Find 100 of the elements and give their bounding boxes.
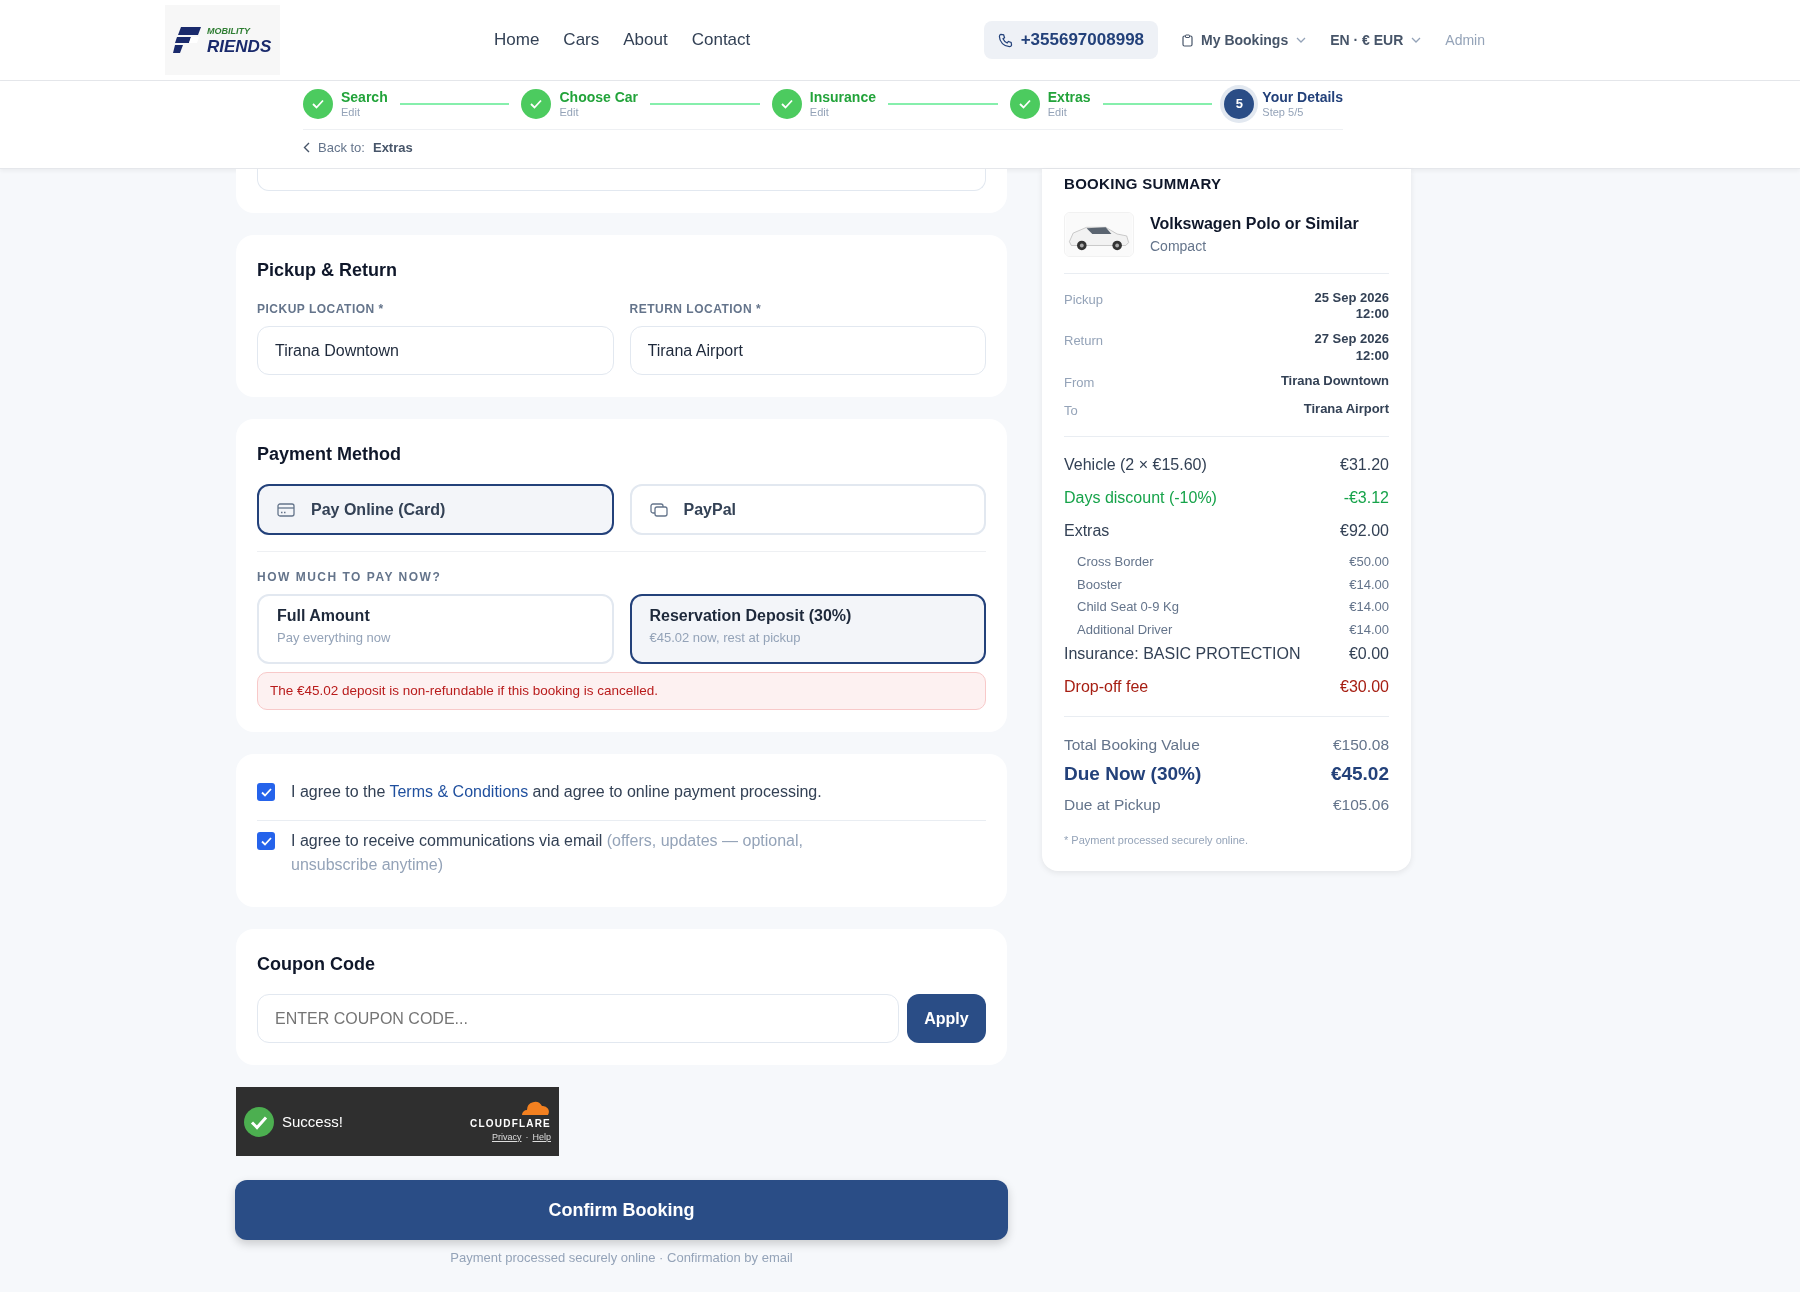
detail-label: From (1064, 374, 1095, 393)
total-value: €150.08 (1332, 735, 1389, 756)
agreement-text: I agree to the Terms & Conditions and agree to online payment processing. (291, 782, 822, 803)
confirm-button[interactable]: Confirm Booking (235, 1180, 1008, 1241)
amount-option[interactable]: Reservation Deposit (30%) €45.02 now, rest at pickup (629, 594, 986, 664)
chevron-left-icon (303, 142, 310, 154)
check-icon (260, 836, 272, 846)
price-value: €92.00 (1340, 521, 1389, 542)
my-bookings-menu[interactable]: My Bookings (1182, 29, 1307, 51)
credit-card-icon (277, 502, 295, 517)
captcha-link[interactable]: Help (532, 1130, 551, 1144)
footnote: Payment processed securely online · Confirmation by email (449, 1249, 794, 1268)
caret-icon (1411, 37, 1422, 43)
step-label: Choose Car (559, 90, 639, 106)
payment-option[interactable]: PayPal (629, 484, 986, 535)
price-value: €50.00 (1349, 553, 1389, 572)
detail-label: To (1064, 401, 1078, 420)
payment-option[interactable]: Pay Online (Card) (257, 484, 614, 535)
price-label: Insurance: BASIC PROTECTION (1064, 644, 1301, 665)
amount-option[interactable]: Full Amount Pay everything now (257, 594, 614, 664)
price-label: Days discount (-10%) (1064, 488, 1217, 509)
section-title: Payment Method (257, 443, 403, 466)
price-value: €0.00 (1348, 644, 1389, 665)
field-label: PICKUP LOCATION * (257, 301, 385, 318)
input-field[interactable] (257, 169, 986, 191)
terms-link[interactable]: Terms & Conditions (389, 783, 529, 801)
caret-icon (1296, 37, 1307, 43)
total-label: Due at Pickup (1064, 794, 1161, 815)
phone-icon (997, 32, 1013, 48)
step-label: Insurance (809, 90, 876, 106)
price-label: Drop-off fee (1064, 677, 1149, 698)
field-label: HOW MUCH TO PAY NOW? (257, 569, 443, 586)
total-value: €105.06 (1332, 794, 1389, 815)
input-field[interactable]: Tirana Downtown (257, 326, 614, 375)
price-label: Additional Driver (1077, 620, 1173, 639)
captcha-link[interactable]: Privacy (491, 1130, 522, 1144)
price-label: Cross Border (1077, 553, 1154, 572)
logo[interactable]: MOBILITY RIENDS (165, 5, 280, 75)
logo-text: MOBILITY (207, 24, 252, 38)
price-label: Booster (1077, 575, 1122, 594)
step[interactable]: 5 Your Details Step 5/5 (1224, 89, 1343, 119)
step-status: Edit (1047, 105, 1068, 118)
cloud-icon (519, 1099, 551, 1116)
step-status: Edit (559, 105, 580, 118)
cards-icon (649, 502, 668, 517)
detail-label: Pickup (1064, 290, 1104, 309)
detail-label: Return (1064, 332, 1104, 351)
brand-text: CLOUDFLARE (470, 1116, 551, 1131)
detail-value: Tirana Downtown (1280, 373, 1389, 390)
clipboard-icon (1182, 33, 1194, 47)
captcha-status: Success! (282, 1111, 343, 1132)
car-category: Compact (1150, 236, 1208, 256)
total-value: €45.02 (1330, 762, 1389, 787)
car-name: Volkswagen Polo or Similar (1150, 213, 1359, 234)
price-label: Vehicle (2 × €15.60) (1064, 455, 1207, 476)
locale-menu[interactable]: EN · € EUR (1330, 29, 1422, 51)
step-status: Edit (809, 105, 830, 118)
detail-value: 25 Sep 2026 (1314, 289, 1389, 307)
total-label: Due Now (30%) (1064, 762, 1202, 787)
field-label: RETURN LOCATION * (629, 301, 763, 318)
separator: · (525, 1130, 529, 1144)
nav-link[interactable]: Contact (691, 27, 751, 53)
price-value: €14.00 (1349, 575, 1389, 594)
logo-text: RIENDS (207, 38, 272, 56)
price-label: Child Seat 0-9 Kg (1077, 598, 1179, 617)
price-label: Extras (1064, 521, 1110, 542)
input-field[interactable]: Tirana Airport (629, 326, 986, 375)
agreement-text: I agree to receive communications via email (offers, updates — optional, unsubscribe anytime) (291, 831, 804, 876)
warning-alert: The €45.02 deposit is non-refundable if this booking is cancelled. (257, 672, 986, 711)
detail-value: 12:00 (1354, 306, 1389, 324)
step-status: Edit (341, 105, 361, 118)
section-title: Coupon Code (257, 953, 376, 977)
summary-note: * Payment processed securely online. (1064, 833, 1250, 849)
checkbox[interactable] (257, 832, 275, 851)
total-label: Total Booking Value (1064, 735, 1200, 756)
step-label: Search (341, 90, 388, 106)
price-value: €30.00 (1340, 677, 1389, 698)
step-label: Extras (1047, 90, 1091, 106)
nav-link[interactable]: Cars (563, 27, 600, 53)
price-value: €14.00 (1349, 620, 1389, 639)
detail-value: Tirana Airport (1303, 400, 1389, 418)
phone-button[interactable]: +355697008998 (983, 21, 1159, 59)
coupon-field[interactable]: ENTER COUPON CODE... (257, 994, 899, 1044)
step-status: Step 5/5 (1262, 105, 1305, 118)
apply-button[interactable]: Apply (907, 994, 986, 1044)
step-number: 5 (1224, 89, 1255, 119)
success-check-icon (244, 1106, 274, 1137)
price-value: €31.20 (1340, 455, 1389, 476)
nav-link[interactable]: Home (494, 27, 540, 53)
checkbox[interactable] (257, 783, 275, 802)
detail-value: 12:00 (1354, 348, 1389, 366)
step-label: Your Details (1262, 90, 1343, 106)
check-icon (260, 787, 272, 797)
summary-title: BOOKING SUMMARY (1064, 174, 1223, 194)
detail-value: 27 Sep 2026 (1314, 331, 1389, 349)
price-value: -€3.12 (1343, 488, 1389, 509)
back-link[interactable]: Back to: Extras (303, 138, 413, 158)
section-title: Pickup & Return (257, 259, 399, 282)
nav-link[interactable]: About (623, 27, 668, 53)
price-value: €14.00 (1349, 598, 1389, 617)
